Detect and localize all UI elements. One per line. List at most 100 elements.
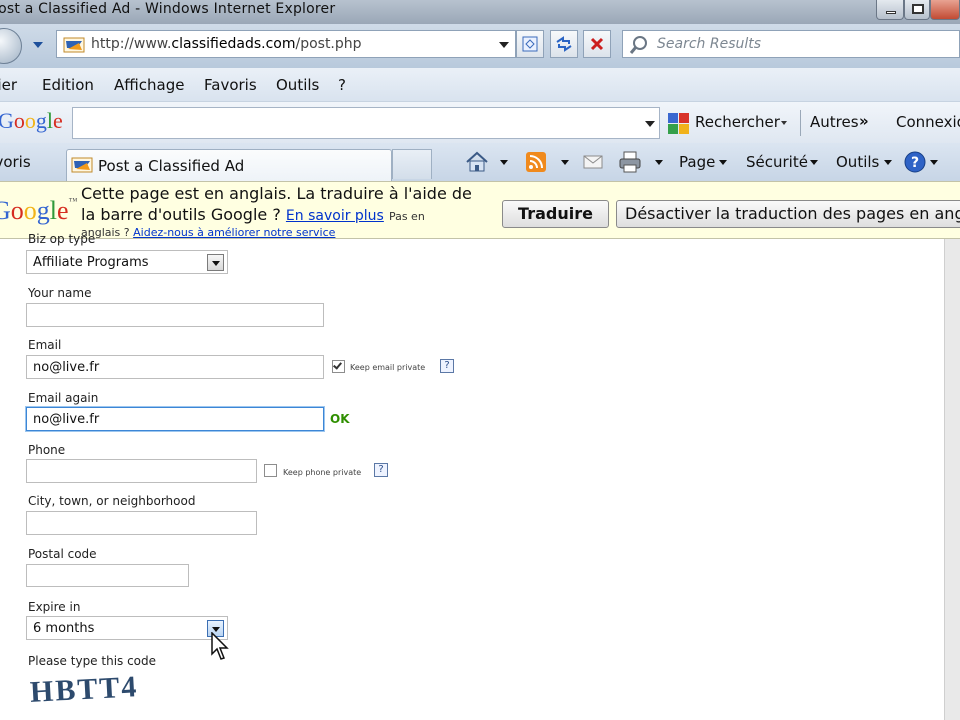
- print-dropdown-icon[interactable]: [655, 160, 663, 165]
- tab-post-classified-ad[interactable]: Post a Classified Ad: [66, 149, 392, 181]
- url-text[interactable]: http://www.classifiedads.com/post.php: [91, 36, 362, 52]
- google-toolbar-logo[interactable]: Google: [0, 108, 63, 134]
- menu-edit[interactable]: Edition: [42, 76, 94, 94]
- vertical-scrollbar[interactable]: [944, 239, 960, 720]
- refresh-button[interactable]: [550, 30, 578, 58]
- home-icon[interactable]: [465, 151, 489, 173]
- captcha-label: Please type this code: [28, 654, 157, 668]
- translate-button[interactable]: Traduire: [502, 200, 609, 228]
- google-search-dropdown-icon[interactable]: [645, 121, 655, 127]
- stop-button[interactable]: [583, 30, 611, 58]
- new-tab-button[interactable]: [392, 149, 432, 179]
- city-label: City, town, or neighborhood: [28, 494, 196, 508]
- tab-row: Favoris Post a Classified Ad Page Sécuri…: [0, 143, 960, 181]
- disable-translation-button[interactable]: Désactiver la traduction des pages en an…: [616, 200, 960, 228]
- email-again-value: no@live.fr: [33, 412, 100, 427]
- more-chevron-icon: »: [859, 112, 869, 130]
- toolbar-divider: [800, 110, 801, 136]
- print-icon[interactable]: [618, 151, 642, 173]
- google-search-options-icon[interactable]: [781, 121, 787, 125]
- translate-message-line2-group: la barre d'outils Google ? En savoir plu…: [81, 205, 425, 224]
- google-translate-logo: Google™: [0, 196, 78, 225]
- menu-file[interactable]: Fichier: [0, 76, 17, 94]
- search-icon: [629, 36, 647, 54]
- tools-menu-dropdown-icon[interactable]: [884, 160, 892, 165]
- menu-view[interactable]: Affichage: [114, 76, 184, 94]
- page-menu-button[interactable]: Page: [679, 153, 715, 171]
- window-title-bar: Post a Classified Ad - Windows Internet …: [0, 0, 960, 24]
- google-search-icon: [668, 113, 689, 134]
- page-content: Biz op type Affiliate Programs Your name…: [0, 232, 944, 720]
- google-more-button[interactable]: Autres: [810, 113, 859, 131]
- menu-tools[interactable]: Outils: [276, 76, 319, 94]
- translate-message-line2: la barre d'outils Google ?: [81, 205, 281, 224]
- keep-phone-private-checkbox[interactable]: [264, 464, 277, 477]
- email-again-label: Email again: [28, 391, 99, 405]
- menu-bar: Fichier Edition Affichage Favoris Outils…: [0, 68, 960, 101]
- biz-type-dropdown-icon[interactable]: [207, 254, 224, 271]
- expire-select[interactable]: 6 months: [26, 616, 228, 640]
- google-search-button[interactable]: Rechercher: [695, 113, 780, 131]
- google-search-input[interactable]: [72, 107, 660, 139]
- email-again-input[interactable]: no@live.fr: [26, 407, 324, 431]
- email-label: Email: [28, 338, 62, 352]
- checkmark-icon: [333, 360, 342, 370]
- maximize-button[interactable]: [904, 0, 930, 20]
- tools-menu-button[interactable]: Outils: [836, 153, 879, 171]
- compatibility-icon: [522, 36, 538, 52]
- postal-code-input[interactable]: [26, 564, 189, 587]
- keep-email-private-checkbox[interactable]: [332, 360, 345, 373]
- translate-message-line1: Cette page est en anglais. La traduire à…: [81, 184, 472, 203]
- address-bar[interactable]: http://www.classifiedads.com/post.php: [56, 30, 516, 58]
- page-menu-dropdown-icon[interactable]: [719, 160, 727, 165]
- email-help-icon[interactable]: ?: [440, 359, 454, 373]
- window-title: Post a Classified Ad - Windows Internet …: [0, 1, 336, 17]
- site-favicon-icon: [63, 37, 85, 53]
- mail-icon[interactable]: [583, 154, 603, 170]
- city-input[interactable]: [26, 511, 257, 535]
- address-toolbar: http://www.classifiedads.com/post.php Se…: [0, 24, 960, 68]
- address-dropdown-icon[interactable]: [499, 42, 509, 48]
- menu-help[interactable]: ?: [338, 76, 346, 94]
- google-connect-button[interactable]: Connexion: [896, 113, 960, 131]
- menu-favorites[interactable]: Favoris: [204, 76, 257, 94]
- email-match-ok: OK: [330, 412, 350, 426]
- minimize-button[interactable]: [876, 0, 904, 20]
- compatibility-view-button[interactable]: [516, 30, 544, 58]
- favorites-button[interactable]: Favoris: [0, 153, 31, 171]
- translate-message-line3-group: anglais ? Aidez-nous à améliorer notre s…: [81, 226, 335, 238]
- history-dropdown-icon[interactable]: [33, 42, 43, 48]
- phone-input[interactable]: [26, 459, 257, 483]
- security-menu-button[interactable]: Sécurité: [746, 153, 808, 171]
- close-window-button[interactable]: [930, 0, 960, 20]
- learn-more-link[interactable]: En savoir plus: [286, 208, 384, 224]
- feed-dropdown-icon[interactable]: [561, 160, 569, 165]
- google-translate-bar: Google™ Cette page est en anglais. La tr…: [0, 181, 960, 239]
- postal-code-label: Postal code: [28, 547, 97, 561]
- svg-text:?: ?: [911, 155, 919, 171]
- keep-email-private-label: Keep email private: [350, 363, 426, 372]
- refresh-icon: [556, 36, 572, 52]
- security-menu-dropdown-icon[interactable]: [810, 160, 818, 165]
- your-name-input[interactable]: [26, 303, 324, 327]
- help-icon[interactable]: ?: [904, 151, 926, 173]
- search-box[interactable]: Search Results: [622, 30, 960, 58]
- biz-type-select[interactable]: Affiliate Programs: [26, 250, 228, 274]
- url-domain: classifiedads.com: [171, 36, 296, 52]
- biz-type-value: Affiliate Programs: [33, 255, 149, 270]
- keep-phone-private-label: Keep phone private: [283, 468, 362, 477]
- captcha-image: HBTT4: [29, 670, 140, 709]
- tab-title: Post a Classified Ad: [98, 157, 245, 175]
- help-improve-link[interactable]: Aidez-nous à améliorer notre service: [133, 226, 335, 238]
- url-path: /post.php: [295, 36, 362, 52]
- back-button[interactable]: [0, 28, 22, 64]
- phone-help-icon[interactable]: ?: [374, 463, 388, 477]
- rss-feed-icon[interactable]: [526, 152, 546, 172]
- email-input[interactable]: no@live.fr: [26, 355, 324, 379]
- expire-value: 6 months: [33, 621, 95, 636]
- stop-icon: [590, 37, 604, 51]
- expire-label: Expire in: [28, 600, 81, 614]
- tab-favicon-icon: [71, 157, 93, 173]
- home-dropdown-icon[interactable]: [500, 160, 508, 165]
- help-dropdown-icon[interactable]: [930, 160, 938, 165]
